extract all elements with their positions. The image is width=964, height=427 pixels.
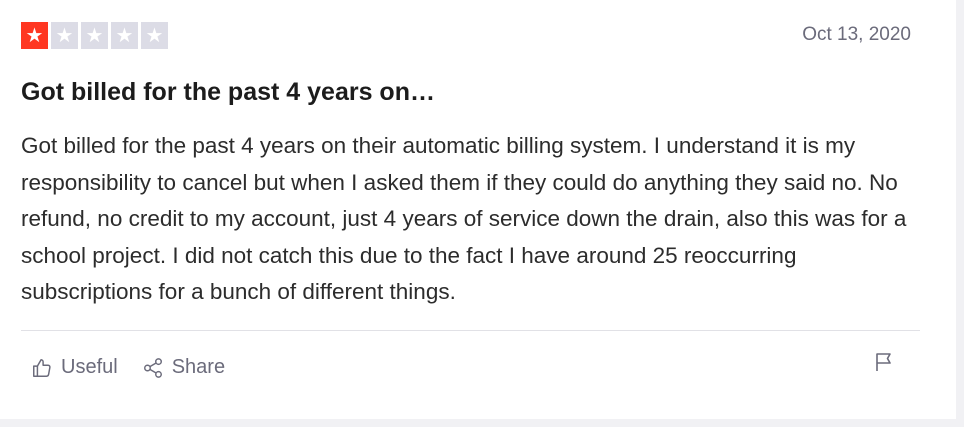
star-icon: ★ <box>21 22 48 49</box>
review-title[interactable]: Got billed for the past 4 years on… <box>21 78 435 107</box>
useful-label: Useful <box>61 356 118 378</box>
useful-button[interactable]: Useful <box>31 356 118 379</box>
share-label: Share <box>171 356 226 378</box>
report-button[interactable] <box>872 350 896 374</box>
divider <box>21 330 920 331</box>
review-card: ★ ★ ★ ★ ★ Oct 13, 2020 Got billed for th… <box>0 0 956 419</box>
star-icon: ★ <box>111 22 138 49</box>
flag-icon <box>872 353 896 378</box>
star-rating: ★ ★ ★ ★ ★ <box>21 22 168 49</box>
share-button[interactable]: Share <box>142 356 225 379</box>
star-icon: ★ <box>51 22 78 49</box>
share-icon <box>142 357 164 379</box>
review-body: Got billed for the past 4 years on their… <box>21 133 907 304</box>
star-icon: ★ <box>141 22 168 49</box>
review-date: Oct 13, 2020 <box>802 24 911 45</box>
review-actions: Useful Share <box>31 356 225 379</box>
star-icon: ★ <box>81 22 108 49</box>
thumbs-up-icon <box>31 357 53 379</box>
